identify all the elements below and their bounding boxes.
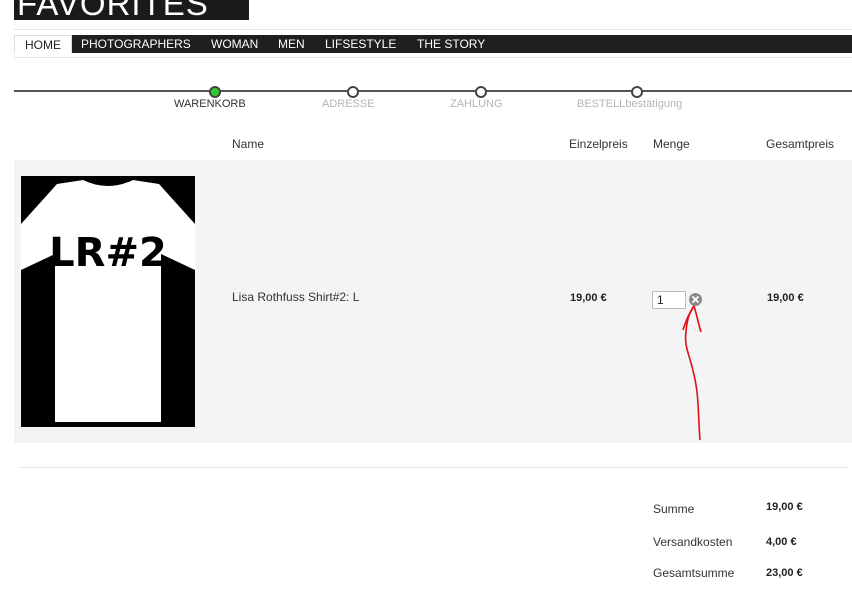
step-dot-cart [209,86,221,98]
nav-item-men[interactable]: MEN [268,35,315,53]
step-dot-payment [475,86,487,98]
product-image-text: LR#2 [49,230,167,276]
summary-label-shipping: Versandkosten [653,535,733,549]
main-nav: HOME PHOTOGRAPHERS WOMAN MEN LIFSESTYLE … [14,35,852,53]
step-label-address: ADRESSE [322,98,375,110]
product-name[interactable]: Lisa Rothfuss Shirt#2: L [232,290,359,304]
site-logo[interactable]: FAVORITES [14,0,249,20]
column-header-total: Gesamtpreis [766,137,835,151]
step-label-confirmation: BESTELLbestätigung [577,98,683,110]
tshirt-image: LR#2 [21,180,195,422]
divider [14,57,852,58]
nav-item-woman[interactable]: WOMAN [201,35,268,53]
nav-item-lifestyle[interactable]: LIFSESTYLE [315,35,406,53]
divider [20,467,848,468]
annotation-arrow [682,305,702,441]
unit-price: 19,00 € [570,292,607,304]
summary-value-shipping: 4,00 € [766,536,797,548]
divider [14,29,852,30]
nav-item-home[interactable]: HOME [14,35,72,53]
summary-label-subtotal: Summe [653,502,695,516]
summary-label-total: Gesamtsumme [653,566,735,580]
step-label-cart: WARENKORB [174,98,246,110]
nav-item-the-story[interactable]: THE STORY [407,35,495,53]
steps-line [14,90,852,92]
summary-value-subtotal: 19,00 € [766,501,803,513]
row-total: 19,00 € [767,292,804,304]
product-image[interactable]: LR#2 [21,176,195,427]
column-header-unit-price: Einzelpreis [569,137,628,151]
step-dot-confirmation [631,86,643,98]
nav-item-photographers[interactable]: PHOTOGRAPHERS [71,35,201,53]
step-dot-address [347,86,359,98]
column-header-name: Name [232,137,265,151]
step-label-payment: ZAHLUNG [450,98,503,110]
summary-value-total: 23,00 € [766,567,803,579]
column-header-quantity: Menge [653,137,690,151]
